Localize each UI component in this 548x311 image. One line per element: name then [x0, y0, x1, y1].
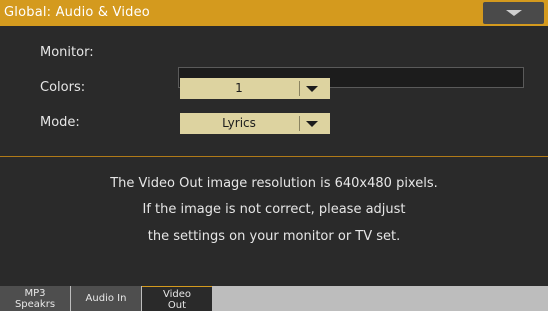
section-divider [0, 156, 548, 157]
tab-label: MP3 [24, 288, 46, 299]
combo-separator [299, 81, 300, 96]
colors-label: Colors: [40, 80, 86, 95]
mode-select[interactable]: Lyrics [180, 113, 330, 134]
tab-bar: MP3 Speakrs Audio In Video Out [0, 286, 548, 311]
page-title: Global: Audio & Video [4, 5, 150, 20]
tab-mp3-speakers[interactable]: MP3 Speakrs [0, 286, 70, 311]
dropdown-arrow-icon[interactable] [306, 86, 318, 92]
tab-label: Audio In [85, 293, 127, 304]
tab-label: Video [162, 289, 192, 300]
colors-value: 1 [235, 81, 243, 95]
info-line-3: the settings on your monitor or TV set. [147, 229, 401, 244]
title-bar: Global: Audio & Video [0, 0, 548, 26]
mode-label: Mode: [40, 115, 80, 130]
page-menu-button[interactable] [483, 2, 544, 24]
dropdown-arrow-icon[interactable] [306, 121, 318, 127]
info-line-2: If the image is not correct, please adju… [142, 202, 406, 217]
mode-value: Lyrics [222, 116, 256, 130]
tab-audio-in[interactable]: Audio In [71, 286, 141, 311]
colors-select[interactable]: 1 [180, 78, 330, 99]
info-line-1: The Video Out image resolution is 640x48… [110, 176, 438, 191]
tab-label: Out [167, 300, 187, 311]
main-panel: Monitor: Colors: 1 Mode: Lyrics The Vide… [0, 26, 548, 288]
tab-label: Speakrs [14, 299, 56, 310]
chevron-down-icon [506, 10, 522, 16]
combo-separator [299, 116, 300, 131]
tab-video-out[interactable]: Video Out [142, 286, 212, 311]
monitor-label: Monitor: [40, 45, 94, 60]
